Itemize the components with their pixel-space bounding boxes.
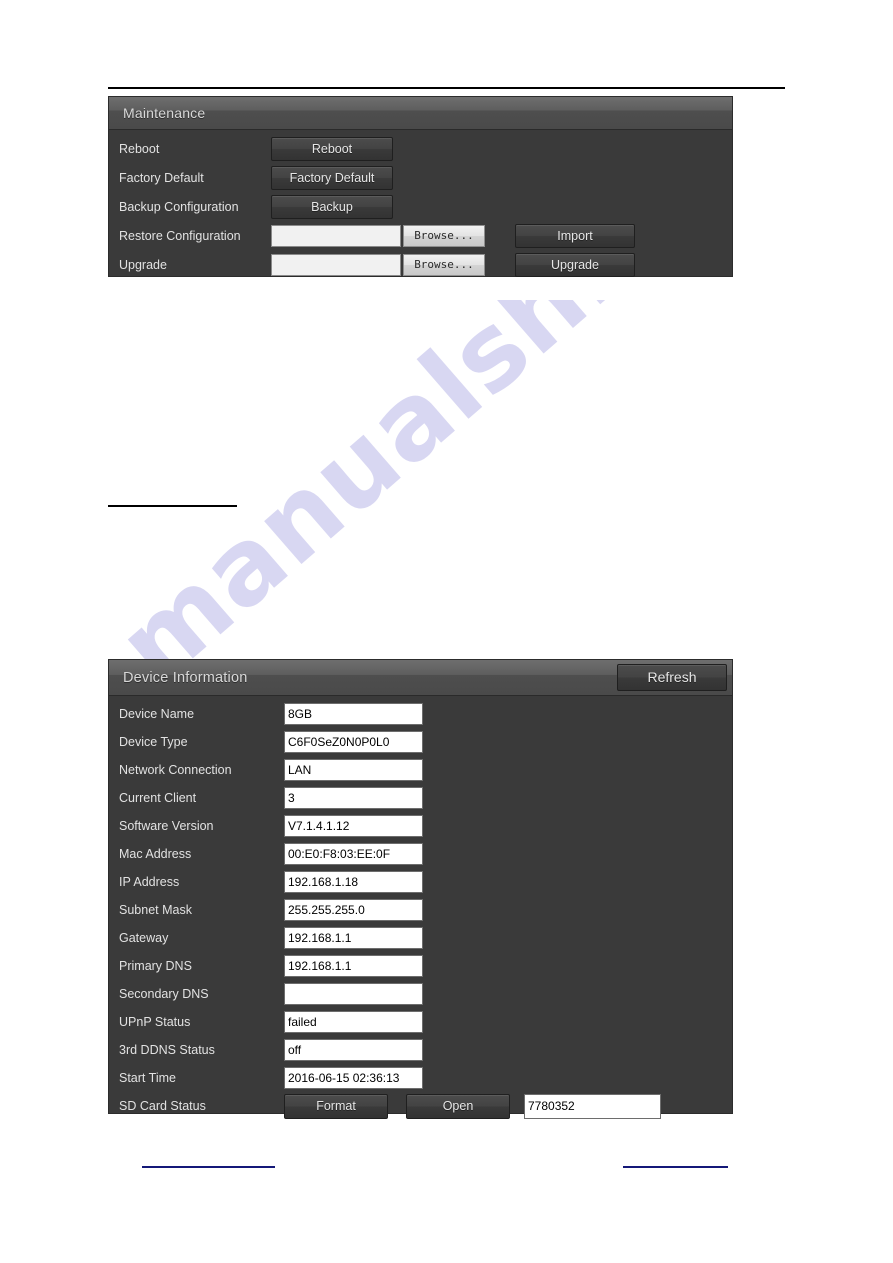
format-button[interactable]: Format [284,1093,388,1119]
device-information-panel-header: Device Information Refresh [109,660,732,696]
device-information-panel-body: Device Name 8GB Device Type C6F0SeZ0N0P0… [109,696,732,1126]
reboot-button[interactable]: Reboot [271,136,393,161]
footer-link-underline-right[interactable] [623,1166,728,1168]
device-info-row-current-client: Current Client 3 [109,784,732,812]
device-info-row-software-version: Software Version V7.1.4.1.12 [109,812,732,840]
label-3rd-ddns-status: 3rd DDNS Status [119,1043,215,1057]
restore-file-input[interactable] [271,224,401,247]
label-device-type: Device Type [119,735,188,749]
upgrade-file-input[interactable] [271,253,401,276]
maintenance-row-backup-configuration: Backup Configuration Backup [109,192,732,221]
device-info-row-device-type: Device Type C6F0SeZ0N0P0L0 [109,728,732,756]
device-info-row-upnp-status: UPnP Status failed [109,1008,732,1036]
maintenance-label-factory-default: Factory Default [119,170,204,185]
horizontal-rule-middle [108,505,237,507]
value-subnet-mask[interactable]: 255.255.255.0 [284,899,423,921]
value-upnp-status[interactable]: failed [284,1011,423,1033]
restore-browse-button[interactable]: Browse... [403,224,485,247]
horizontal-rule-top [108,87,785,89]
maintenance-label-backup-configuration: Backup Configuration [119,199,239,214]
value-ip-address[interactable]: 192.168.1.18 [284,871,423,893]
device-info-row-ip-address: IP Address 192.168.1.18 [109,868,732,896]
value-mac-address[interactable]: 00:E0:F8:03:EE:0F [284,843,423,865]
label-sd-card-status: SD Card Status [119,1099,206,1113]
footer-link-underline-left[interactable] [142,1166,275,1168]
device-info-row-sd-card-status: SD Card Status Format Open 7780352 [109,1092,732,1120]
maintenance-row-reboot: Reboot Reboot [109,134,732,163]
value-start-time[interactable]: 2016-06-15 02:36:13 [284,1067,423,1089]
label-mac-address: Mac Address [119,847,192,861]
label-primary-dns: Primary DNS [119,959,192,973]
label-current-client: Current Client [119,791,197,805]
value-current-client[interactable]: 3 [284,787,423,809]
value-device-name[interactable]: 8GB [284,703,423,725]
import-button[interactable]: Import [515,223,635,248]
upgrade-browse-button[interactable]: Browse... [403,253,485,276]
label-network-connection: Network Connection [119,763,232,777]
device-info-row-subnet-mask: Subnet Mask 255.255.255.0 [109,896,732,924]
maintenance-panel: Maintenance Reboot Reboot Factory Defaul… [108,96,733,277]
open-button[interactable]: Open [406,1093,510,1119]
device-info-row-3rd-ddns-status: 3rd DDNS Status off [109,1036,732,1064]
device-info-row-network-connection: Network Connection LAN [109,756,732,784]
label-software-version: Software Version [119,819,214,833]
maintenance-panel-body: Reboot Reboot Factory Default Factory De… [109,130,732,285]
maintenance-row-upgrade: Upgrade Browse... Upgrade [109,250,732,279]
device-information-panel: Device Information Refresh Device Name 8… [108,659,733,1119]
backup-button[interactable]: Backup [271,194,393,219]
maintenance-row-factory-default: Factory Default Factory Default [109,163,732,192]
device-info-row-device-name: Device Name 8GB [109,700,732,728]
maintenance-panel-header: Maintenance [109,97,732,130]
maintenance-label-reboot: Reboot [119,141,160,156]
upgrade-button[interactable]: Upgrade [515,252,635,277]
label-ip-address: IP Address [119,875,180,889]
value-primary-dns[interactable]: 192.168.1.1 [284,955,423,977]
maintenance-label-upgrade: Upgrade [119,257,167,272]
label-gateway: Gateway [119,931,169,945]
label-device-name: Device Name [119,707,195,721]
maintenance-row-restore-configuration: Restore Configuration Browse... Import [109,221,732,250]
label-secondary-dns: Secondary DNS [119,987,209,1001]
value-3rd-ddns-status[interactable]: off [284,1039,423,1061]
value-sd-card-capacity[interactable]: 7780352 [524,1093,661,1119]
watermark-text: manualshive.com [95,300,795,708]
value-software-version[interactable]: V7.1.4.1.12 [284,815,423,837]
label-start-time: Start Time [119,1071,176,1085]
value-secondary-dns[interactable] [284,983,423,1005]
factory-default-button[interactable]: Factory Default [271,165,393,190]
device-info-row-secondary-dns: Secondary DNS [109,980,732,1008]
refresh-button[interactable]: Refresh [617,664,727,691]
maintenance-label-restore-configuration: Restore Configuration [119,228,241,243]
device-information-panel-title: Device Information [123,669,248,686]
device-info-row-mac-address: Mac Address 00:E0:F8:03:EE:0F [109,840,732,868]
device-info-row-primary-dns: Primary DNS 192.168.1.1 [109,952,732,980]
value-gateway[interactable]: 192.168.1.1 [284,927,423,949]
value-network-connection[interactable]: LAN [284,759,423,781]
label-subnet-mask: Subnet Mask [119,903,192,917]
value-device-type[interactable]: C6F0SeZ0N0P0L0 [284,731,423,753]
device-info-row-start-time: Start Time 2016-06-15 02:36:13 [109,1064,732,1092]
label-upnp-status: UPnP Status [119,1015,191,1029]
maintenance-panel-title: Maintenance [123,105,206,121]
device-info-row-gateway: Gateway 192.168.1.1 [109,924,732,952]
